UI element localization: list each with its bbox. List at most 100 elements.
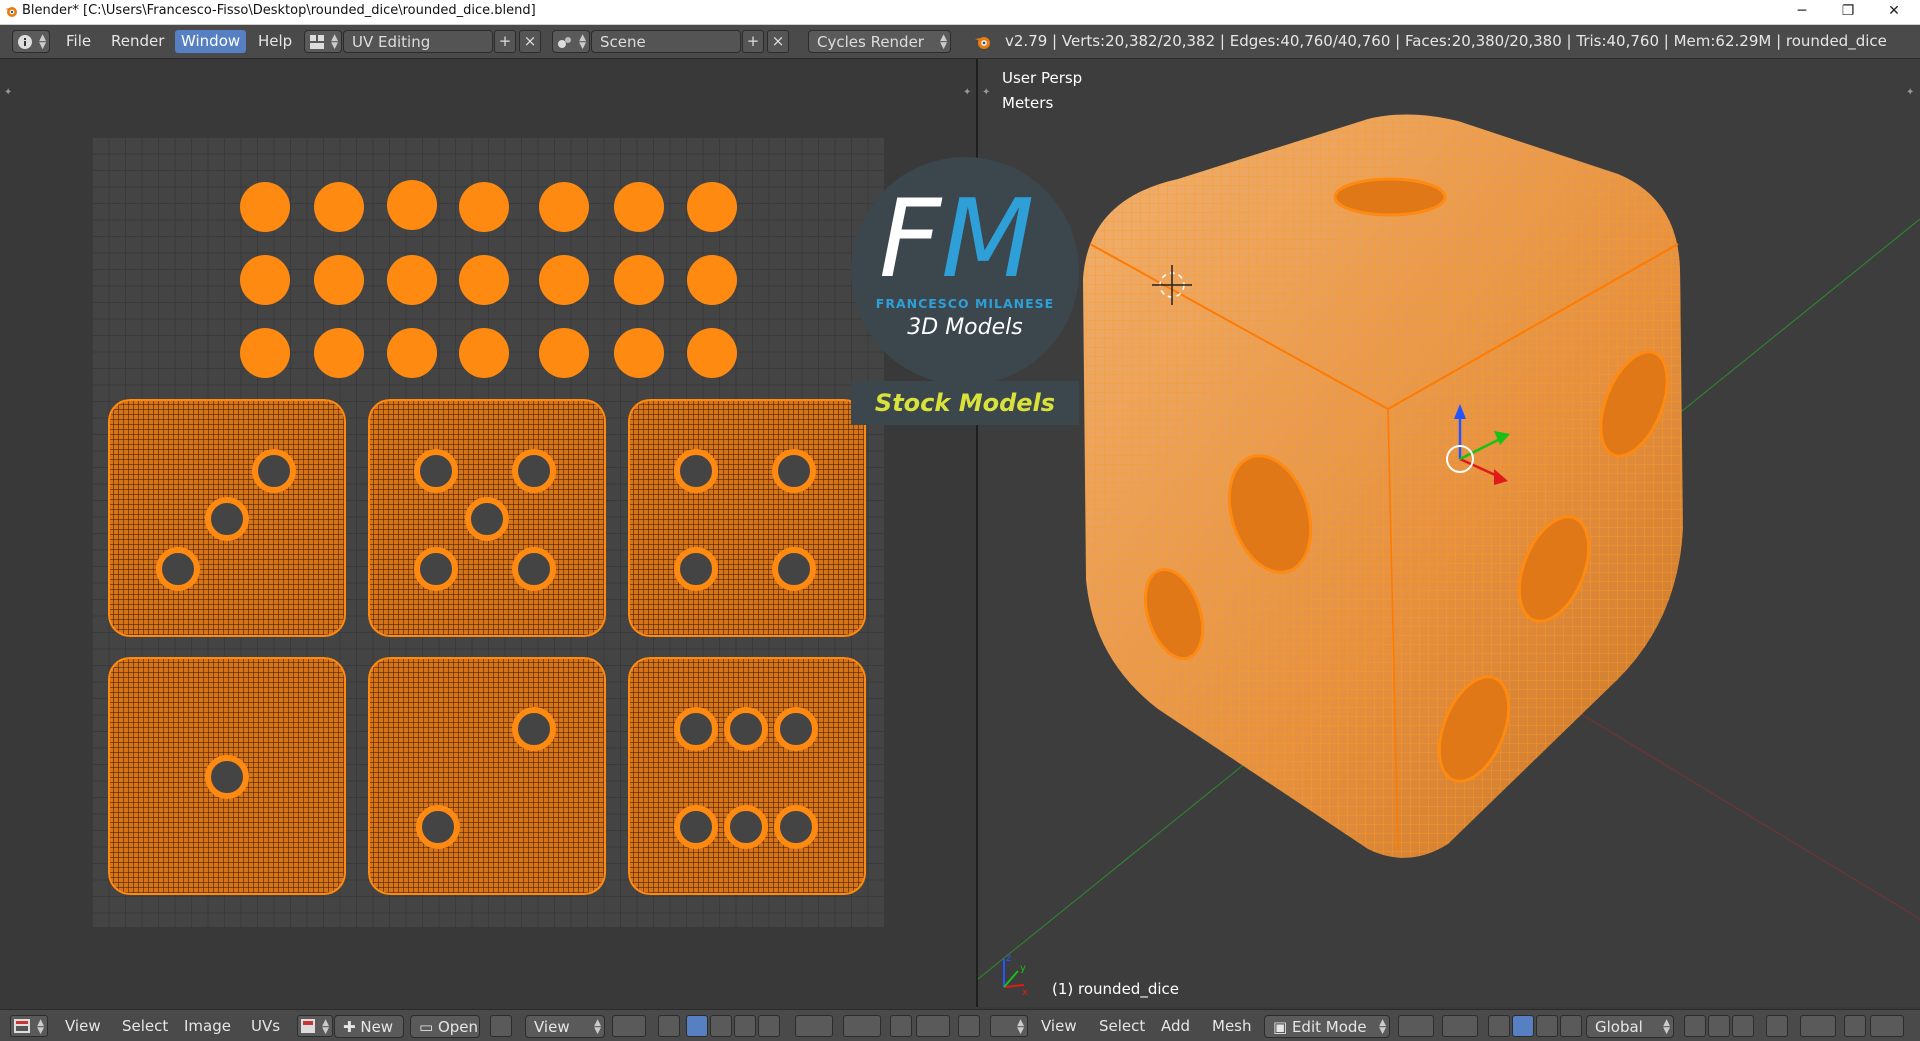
uv-island-pip[interactable] [314,255,364,305]
scene-field[interactable]: Scene [591,30,741,53]
sync-selection-icon[interactable] [658,1015,680,1037]
edge-mode-icon[interactable] [1708,1015,1730,1037]
uv-island-pip[interactable] [687,255,737,305]
menu-window[interactable]: Window [175,30,247,53]
uv-island-pip[interactable] [240,182,290,232]
uv-island-pip[interactable] [539,182,589,232]
uv-island-face-one[interactable] [108,657,346,895]
uv-island-pip[interactable] [687,328,737,378]
uv-menu-image[interactable]: Image [184,1015,231,1038]
uv-menu-uvs[interactable]: UVs [251,1015,280,1038]
uv-menu-view[interactable]: View [65,1015,101,1038]
vertex-mode-icon[interactable] [1684,1015,1706,1037]
dropdown-arrows-icon: ▲ ▼ [39,33,46,51]
menu-render[interactable]: Render [105,30,170,53]
snap-toggle-icon[interactable] [1844,1015,1866,1037]
sticky-selection-icon[interactable] [795,1015,833,1037]
uv-island-pip[interactable] [539,255,589,305]
remove-scene-icon[interactable]: × [767,30,789,53]
scale-manipulator-icon[interactable] [1560,1015,1582,1037]
new-image-button[interactable]: ✚ New [334,1015,404,1038]
close-window-button[interactable]: ✕ [1872,0,1916,24]
editor-footers: ▲ ▼ View Select Image UVs ▲ ▼ ✚ New ▭ Open… [0,1009,1920,1041]
uv-island-face-four[interactable] [628,399,866,637]
scene-icon-button[interactable]: ▲ ▼ [552,30,590,53]
proportional-edit-icon[interactable] [843,1015,881,1037]
proportional-editing-icon[interactable] [1800,1015,1836,1037]
render-engine-select[interactable]: Cycles Render ▲ ▼ [808,30,951,53]
uv-island-pip[interactable] [687,182,737,232]
snap-target-icon[interactable] [916,1015,950,1037]
vp-menu-add[interactable]: Add [1161,1015,1190,1038]
uv-island-pip[interactable] [459,328,509,378]
panel-expand-icon[interactable]: ✦ [963,87,971,98]
viewport-shading-icon[interactable] [1398,1015,1434,1037]
face-select-icon[interactable] [734,1015,756,1037]
uv-grid-canvas[interactable] [92,137,884,927]
add-layout-icon[interactable]: + [494,30,516,53]
uv-island-face-two[interactable] [368,657,606,895]
logo-fm-letters: FM [879,185,1034,295]
open-image-button[interactable]: ▭ Open [410,1015,480,1038]
transform-orientation-select[interactable]: Global ▲ ▼ [1586,1015,1674,1038]
island-select-icon[interactable] [758,1015,780,1037]
render-icon[interactable] [958,1015,980,1037]
uv-island-pip[interactable] [387,180,437,230]
uv-island-pip[interactable] [459,182,509,232]
uv-editor-panel[interactable]: ✦ ✦ [0,59,978,1007]
mode-select[interactable]: ▣ Edit Mode ▲ ▼ [1264,1015,1390,1038]
snap-icon[interactable] [890,1015,912,1037]
uv-island-pip[interactable] [614,328,664,378]
3d-view-type-selector[interactable]: ▲ ▼ [990,1015,1028,1037]
uv-island-pip[interactable] [240,255,290,305]
pivot-point-icon[interactable] [1442,1015,1478,1037]
image-browse-button[interactable]: ▲ ▼ [297,1015,333,1037]
uv-island-face-five[interactable] [368,399,606,637]
uv-menu-select[interactable]: Select [122,1015,168,1038]
rotate-manipulator-icon[interactable] [1536,1015,1558,1037]
uv-island-pip[interactable] [614,255,664,305]
pin-icon[interactable] [490,1015,512,1037]
image-editor-type-selector[interactable]: ▲ ▼ [10,1015,48,1037]
add-scene-icon[interactable]: + [742,30,764,53]
face-mode-icon[interactable] [1732,1015,1754,1037]
uv-pip-hole [512,707,556,751]
uv-island-pip[interactable] [314,182,364,232]
maximize-button[interactable]: ❐ [1826,0,1870,24]
vp-menu-mesh[interactable]: Mesh [1212,1015,1252,1038]
vp-menu-select[interactable]: Select [1099,1015,1145,1038]
editor-type-selector[interactable]: ▲ ▼ [12,30,50,53]
pivot-icon[interactable] [612,1015,646,1037]
snap-element-icon[interactable] [1870,1015,1904,1037]
menu-help[interactable]: Help [252,30,298,53]
dropdown-arrows-icon: ▲ ▼ [1663,1018,1670,1036]
view-mode-select[interactable]: View ▲ ▼ [525,1015,605,1038]
remove-layout-icon[interactable]: × [519,30,541,53]
uv-pip-hole [156,547,200,591]
occlude-geometry-icon[interactable] [1766,1015,1788,1037]
translate-manipulator-icon[interactable] [1512,1015,1534,1037]
uv-island-pip[interactable] [387,328,437,378]
panel-expand-icon[interactable]: ✦ [4,87,12,98]
3d-viewport-panel[interactable]: ✦ ✦ User Persp Meters z y x [978,59,1920,1007]
uv-island-pip[interactable] [459,255,509,305]
uv-island-pip[interactable] [240,328,290,378]
menu-file[interactable]: File [60,30,97,53]
dice-mesh-render[interactable]: z y x [978,59,1920,1007]
vp-menu-view[interactable]: View [1041,1015,1077,1038]
uv-pip-hole [465,497,509,541]
svg-text:z: z [1006,953,1011,964]
edge-select-icon[interactable] [710,1015,732,1037]
uv-island-face-three[interactable] [108,399,346,637]
uv-island-pip[interactable] [314,328,364,378]
uv-island-pip[interactable] [614,182,664,232]
manipulator-toggle-icon[interactable] [1488,1015,1510,1037]
dropdown-arrows-icon: ▲ ▼ [1379,1018,1386,1036]
uv-island-pip[interactable] [539,328,589,378]
uv-island-pip[interactable] [387,255,437,305]
uv-island-face-six[interactable] [628,657,866,895]
minimize-button[interactable]: ─ [1780,0,1824,24]
vertex-select-icon[interactable] [686,1015,708,1037]
screen-layout-icon-button[interactable]: ▲ ▼ [304,30,342,53]
screen-layout-field[interactable]: UV Editing [343,30,493,53]
